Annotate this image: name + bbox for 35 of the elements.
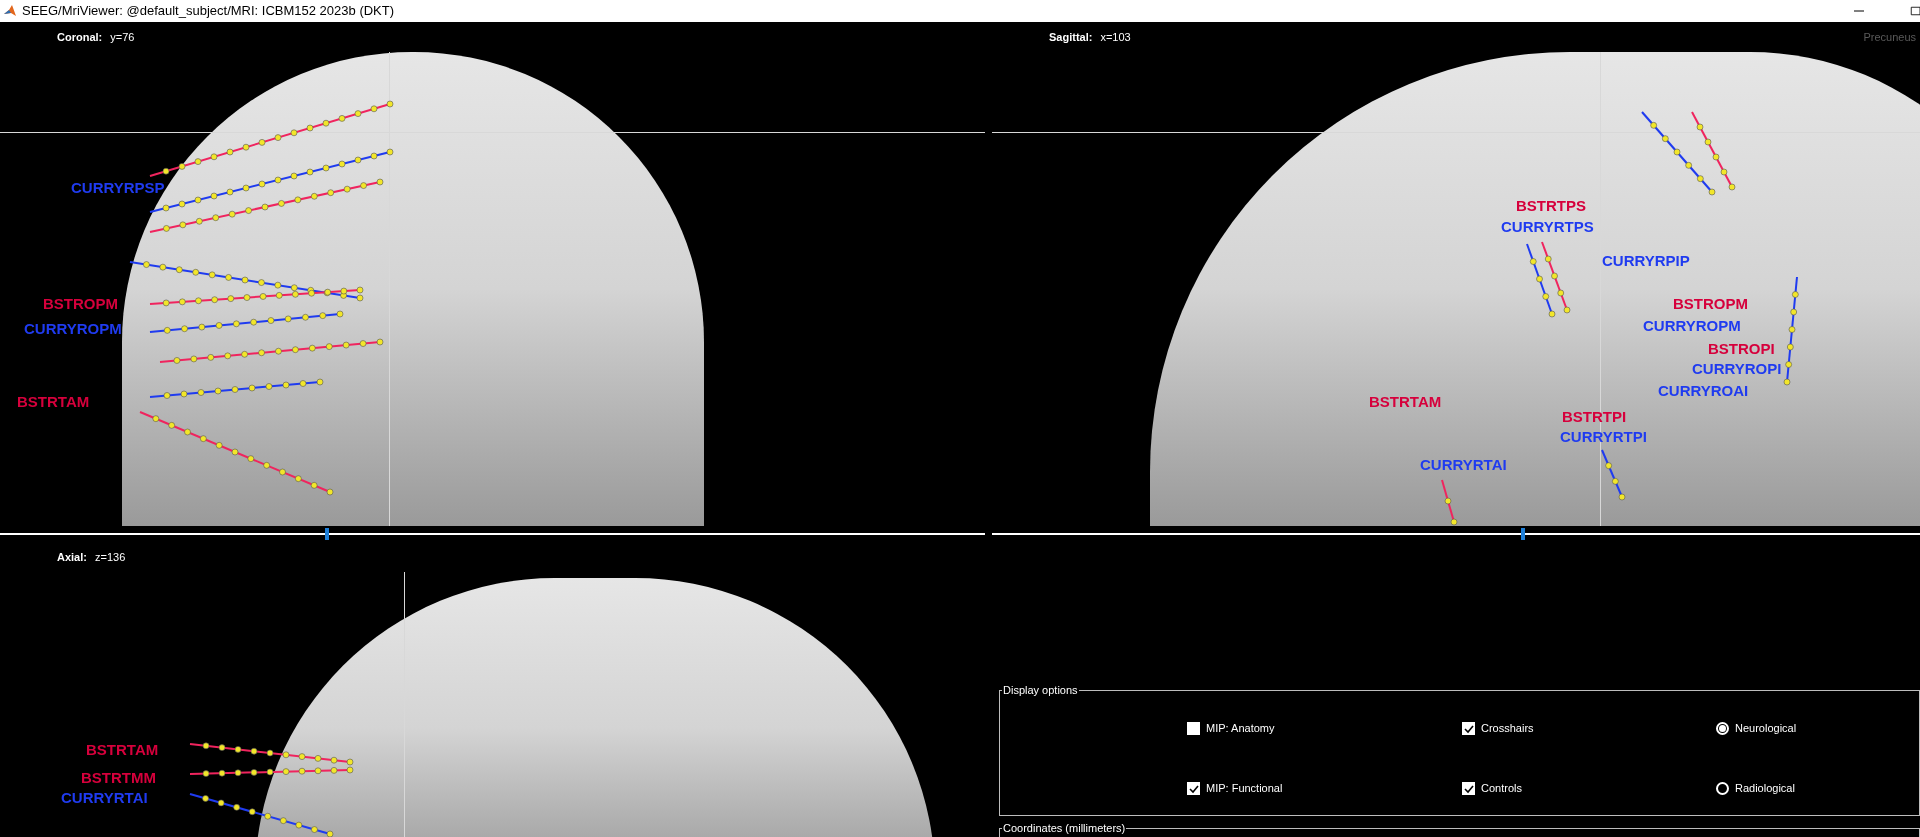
electrode-label: CURRYRTAI (61, 790, 148, 805)
window-title: SEEG/MriViewer: @default_subject/MRI: ICBM152 2023b (DKT) (22, 2, 395, 21)
option-label: Crosshairs (1481, 721, 1534, 737)
view-name: Coronal: (57, 29, 103, 45)
electrode-label: BSTROPM (1673, 296, 1748, 311)
electrode-label: CURRYROAI (1658, 383, 1749, 398)
electrode-label: BSTRTPS (1516, 198, 1586, 213)
view-name: Sagittal: (1049, 29, 1093, 45)
electrode-label: CURRYRTPI (1560, 429, 1647, 444)
electrode-label: CURRYRPSP (71, 180, 165, 195)
electrode-label: CURRYROPM (1643, 318, 1741, 333)
electrode-label: CURRYROPI (1692, 361, 1782, 376)
view-name: Axial: (57, 549, 87, 565)
option-label: MIP: Anatomy (1206, 721, 1275, 737)
slice-coordinate: z=136 (94, 549, 126, 565)
slice-coordinate: x=103 (1100, 29, 1131, 45)
panel-title: Display options (1002, 683, 1079, 698)
panel-title: Coordinates (millimeters) (1002, 821, 1127, 836)
electrode-label: CURRYRTAI (1420, 457, 1507, 472)
option-label: Neurological (1735, 721, 1797, 737)
electrode-label: CURRYROPM (24, 321, 122, 336)
option-label: MIP: Functional (1206, 781, 1283, 797)
electrode-label: BSTRTPI (1562, 409, 1627, 424)
electrode-label: CURRYRPIP (1602, 253, 1690, 268)
atlas-region-label: Precuneus (1863, 29, 1917, 45)
electrode-label: CURRYRTPS (1501, 219, 1594, 234)
option-label: Controls (1481, 781, 1522, 797)
electrode-label: BSTROPM (43, 296, 118, 311)
option-label: Radiological (1735, 781, 1795, 797)
electrode-label: BSTRTAM (17, 394, 90, 409)
slice-coordinate: y=76 (110, 29, 135, 45)
electrode-label: BSTRTAM (86, 742, 159, 757)
electrode-label: BSTROPI (1708, 341, 1775, 356)
electrode-label: BSTRTMM (81, 770, 156, 785)
electrode-label: BSTRTAM (1369, 394, 1442, 409)
